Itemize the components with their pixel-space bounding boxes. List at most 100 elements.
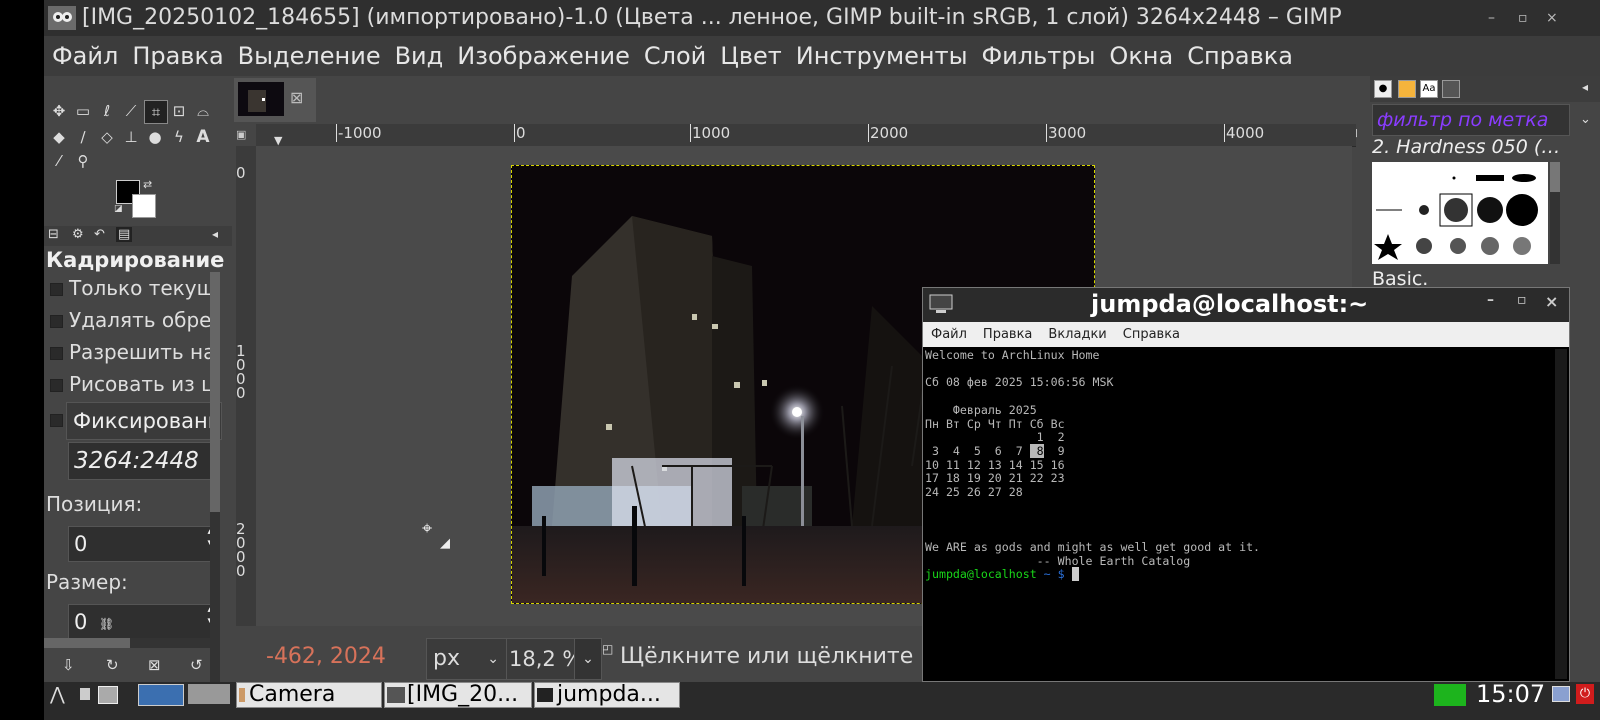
tool-options-tab-icon[interactable]: ⊟ [48,227,59,242]
terminal-window[interactable]: jumpda@localhost:~ – ▫ × Файл Правка Вклад… [922,287,1570,682]
terminal-maximize-button[interactable]: ▫ [1517,292,1527,308]
save-options-icon[interactable]: ⇩ [62,656,75,674]
task-camera[interactable]: Camera [236,682,382,708]
close-image-tab-icon[interactable]: ⊠ [290,88,303,107]
fonts-tab-icon[interactable]: Aa [1420,80,1438,98]
bucket-fill-tool-icon[interactable]: ◆ [48,126,70,148]
minimize-button[interactable]: – [1488,0,1495,36]
menu-help[interactable]: Справка [1187,42,1293,70]
terminal-output[interactable]: Welcome to ArchLinux Home Сб 08 фев 2025… [925,348,1553,679]
text-tool-icon[interactable]: A [192,126,214,148]
chain-link-icon[interactable]: ⛓ [99,607,114,641]
menu-windows[interactable]: Окна [1109,42,1173,70]
fixed-checkbox[interactable] [50,414,63,427]
zoom-input[interactable]: 18,2 % ⌄ [506,638,602,680]
menu-filters[interactable]: Фильтры [982,42,1096,70]
option-delete-cropped[interactable]: Удалять обрез [44,308,214,332]
window-titlebar[interactable]: [IMG_20250102_184655] (импортировано)-1.… [44,0,1600,36]
brushes-tab-icon[interactable]: ● [1374,80,1392,98]
paths-tool-icon[interactable]: ϟ [168,126,190,148]
terminal-minimize-button[interactable]: – [1487,292,1494,308]
patterns-tab-icon[interactable] [1398,80,1416,98]
images-tab-icon[interactable]: ▤ [116,227,133,242]
menu-select[interactable]: Выделение [238,42,381,70]
restore-options-icon[interactable]: ↻ [106,656,119,674]
option-allow-growing[interactable]: Разрешить нар [44,340,214,364]
tool-options-hscroll-thumb[interactable] [44,638,130,648]
dock-menu-icon[interactable]: ◂ [1582,80,1588,94]
zoom-tool-icon[interactable]: ⚲ [72,150,94,172]
quick-mask-menu-icon[interactable]: ▣ [236,128,246,141]
clock[interactable]: 15:07 [1476,680,1545,708]
chevron-down-icon[interactable]: ⌄ [1580,112,1591,127]
power-icon[interactable]: ⏻ [1576,684,1594,704]
paintbrush-tool-icon[interactable]: ∕ [72,126,94,148]
terminal-menu-file[interactable]: Файл [931,327,967,342]
option-current-layer-only[interactable]: Только текущи [44,276,214,300]
default-colors-icon[interactable]: ◪ [114,204,123,214]
task-terminal[interactable]: jumpda... [534,682,680,708]
transform-tool-icon[interactable]: ⊡ [168,100,190,122]
allow-growing-checkbox[interactable] [50,347,63,360]
document-history-tab-icon[interactable] [1442,80,1460,98]
menu-image[interactable]: Изображение [457,42,630,70]
tag-filter-input[interactable]: фильтр по метка [1372,104,1570,136]
unit-dropdown[interactable]: px ⌄ [426,638,510,680]
app-menu-icon[interactable]: ⋀ [50,684,65,705]
smudge-tool-icon[interactable]: ● [144,126,166,148]
fuzzy-select-tool-icon[interactable]: ⟋ [120,100,142,122]
eraser-tool-icon[interactable]: ◇ [96,126,118,148]
dock-menu-icon[interactable]: ◂ [212,227,218,241]
image-tab[interactable]: ⊠ [234,78,316,122]
reset-options-icon[interactable]: ↺ [190,656,203,674]
warp-tool-icon[interactable]: ⌓ [192,100,214,122]
delete-cropped-checkbox[interactable] [50,315,63,328]
show-desktop-icon[interactable] [98,686,118,704]
current-layer-only-checkbox[interactable] [50,283,63,296]
menu-tools[interactable]: Инструменты [796,42,968,70]
expand-from-center-checkbox[interactable] [50,379,63,392]
vertical-ruler[interactable]: 0 1000 2000 [236,146,257,626]
tool-options-scroll-thumb[interactable] [210,272,220,512]
brush-grid[interactable] [1372,162,1548,264]
close-button[interactable]: × [1546,0,1558,36]
terminal-menu-tabs[interactable]: Вкладки [1048,327,1106,342]
workspace-1[interactable] [138,684,184,706]
undo-history-tab-icon[interactable]: ↶ [94,227,105,242]
background-color-swatch[interactable] [132,194,156,218]
maximize-button[interactable]: ▫ [1518,0,1528,36]
fixed-mode-dropdown[interactable]: Фиксированн [66,402,222,440]
move-tool-icon[interactable]: ✥ [48,100,70,122]
terminal-scrollbar[interactable] [1555,349,1567,679]
terminal-close-button[interactable]: × [1545,292,1558,311]
device-status-tab-icon[interactable]: ⚙ [72,227,84,242]
rect-select-tool-icon[interactable]: ▭ [72,100,94,122]
menu-layer[interactable]: Слой [644,42,706,70]
clone-tool-icon[interactable]: ⊥ [120,126,142,148]
file-manager-icon[interactable] [80,688,90,700]
swap-colors-icon[interactable]: ⇄ [143,178,152,191]
horizontal-ruler[interactable]: ▼ -1000 0 1000 2000 3000 4000 [256,124,1356,147]
brush-scroll-thumb[interactable] [1550,162,1560,192]
network-icon[interactable] [1552,686,1570,702]
workspace-2[interactable] [188,684,230,704]
lasso-tool-icon[interactable]: ℓ [96,100,118,122]
tool-options-hscrollbar[interactable] [44,638,214,648]
color-picker-tool-icon[interactable]: ⁄ [48,150,70,172]
delete-options-icon[interactable]: ⊠ [148,656,161,674]
chevron-down-icon[interactable]: ⌄ [574,639,601,679]
brush-scrollbar[interactable] [1550,162,1560,264]
menu-view[interactable]: Вид [395,42,444,70]
aspect-ratio-input[interactable]: 3264:2448 [68,442,219,480]
menu-color[interactable]: Цвет [720,42,782,70]
option-expand-from-center[interactable]: Рисовать из це [44,372,214,396]
position-x-input[interactable]: 0▴▾ [68,526,215,562]
size-width-input[interactable]: 0⛓▴▾ [68,604,215,640]
crop-tool-icon[interactable]: ⌗ [144,100,168,124]
menu-file[interactable]: Файл [52,42,118,70]
terminal-menu-edit[interactable]: Правка [983,327,1032,342]
task-gimp[interactable]: [IMG_20... [384,682,532,708]
terminal-menu-help[interactable]: Справка [1123,327,1180,342]
terminal-titlebar[interactable]: jumpda@localhost:~ – ▫ × [923,288,1569,322]
menu-edit[interactable]: Правка [132,42,223,70]
